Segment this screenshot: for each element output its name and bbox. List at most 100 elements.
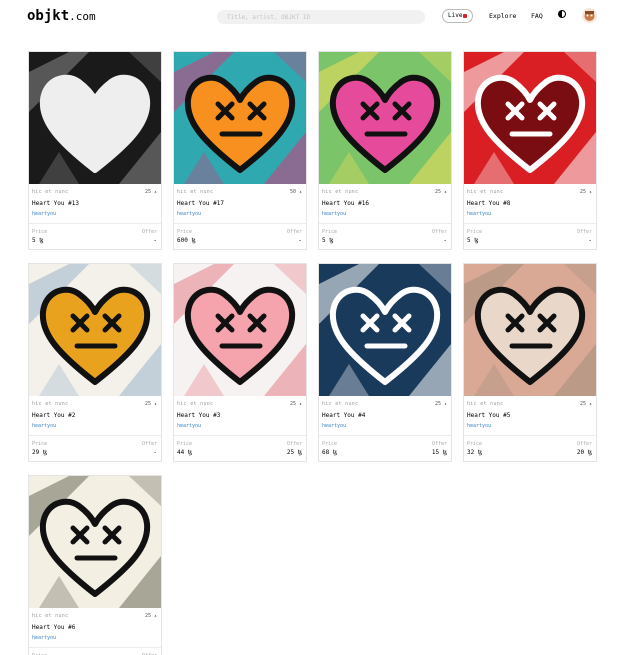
token-artwork-image[interactable] xyxy=(29,476,161,608)
token-artwork-image[interactable] xyxy=(464,264,596,396)
price-row: Price Offer 600 ꜩ - xyxy=(174,223,306,249)
price-value[interactable]: 68 ꜩ xyxy=(322,449,337,456)
token-artwork-image[interactable] xyxy=(29,264,161,396)
price-row: Price Offer 68 ꜩ 15 ꜩ xyxy=(319,435,451,461)
token-card[interactable]: hic et nunc 25 ▴ Heart You #3 heartyou P… xyxy=(173,263,307,462)
avatar[interactable] xyxy=(582,8,597,23)
token-title[interactable]: Heart You #16 xyxy=(322,200,369,207)
collection-link[interactable]: heartyou xyxy=(177,423,201,429)
editions-count: 25 ▴ xyxy=(434,401,447,407)
offer-value[interactable]: 15 ꜩ xyxy=(432,449,447,456)
price-row: Price Offer 44 ꜩ 25 ꜩ xyxy=(174,435,306,461)
collection-link[interactable]: heartyou xyxy=(322,423,346,429)
token-card[interactable]: hic et nunc 25 ▴ Heart You #13 heartyou … xyxy=(28,51,162,250)
nav-explore-link[interactable]: Explore xyxy=(489,12,516,20)
theme-toggle-icon[interactable] xyxy=(558,10,566,18)
offer-label: Offer xyxy=(141,229,157,235)
token-card[interactable]: hic et nunc 50 ▴ Heart You #17 heartyou … xyxy=(173,51,307,250)
editions-count: 25 ▴ xyxy=(289,401,302,407)
token-title[interactable]: Heart You #5 xyxy=(467,412,510,419)
offer-value[interactable]: - xyxy=(298,237,302,244)
token-title[interactable]: Heart You #6 xyxy=(32,624,75,631)
price-value[interactable]: 600 ꜩ xyxy=(177,237,196,244)
editions-count: 25 ▴ xyxy=(144,189,157,195)
collection-link[interactable]: heartyou xyxy=(32,211,56,217)
token-artwork-image[interactable] xyxy=(29,52,161,184)
price-value[interactable]: 5 ꜩ xyxy=(322,237,333,244)
price-label: Price xyxy=(322,441,338,447)
editions-count: 25 ▴ xyxy=(144,613,157,619)
token-title[interactable]: Heart You #3 xyxy=(177,412,220,419)
token-card[interactable]: hic et nunc 25 ▴ Heart You #16 heartyou … xyxy=(318,51,452,250)
token-card[interactable]: hic et nunc 25 ▴ Heart You #4 heartyou P… xyxy=(318,263,452,462)
collection-link[interactable]: heartyou xyxy=(32,635,56,641)
price-value[interactable]: 44 ꜩ xyxy=(177,449,192,456)
price-row: Price Offer 32 ꜩ 20 ꜩ xyxy=(464,435,596,461)
artist-name[interactable]: hic et nunc xyxy=(177,401,213,407)
price-label: Price xyxy=(322,229,338,235)
token-title[interactable]: Heart You #2 xyxy=(32,412,75,419)
offer-value[interactable]: - xyxy=(153,449,157,456)
nav-faq-link[interactable]: FAQ xyxy=(531,12,543,20)
editions-count: 25 ▴ xyxy=(144,401,157,407)
offer-value[interactable]: - xyxy=(153,237,157,244)
price-row: Price Offer 5 ꜩ - xyxy=(319,223,451,249)
offer-label: Offer xyxy=(141,441,157,447)
token-artwork-image[interactable] xyxy=(319,264,451,396)
offer-label: Offer xyxy=(431,441,447,447)
price-label: Price xyxy=(177,229,193,235)
top-nav: objkt.com Live Explore FAQ xyxy=(0,0,625,34)
offer-label: Offer xyxy=(576,229,592,235)
token-artwork-image[interactable] xyxy=(174,52,306,184)
token-card[interactable]: hic et nunc 25 ▴ Heart You #2 heartyou P… xyxy=(28,263,162,462)
token-title[interactable]: Heart You #13 xyxy=(32,200,79,207)
live-dot-icon xyxy=(463,14,467,18)
editions-count: 25 ▴ xyxy=(434,189,447,195)
collection-link[interactable]: heartyou xyxy=(322,211,346,217)
price-value[interactable]: 5 ꜩ xyxy=(467,237,478,244)
offer-label: Offer xyxy=(286,441,302,447)
price-label: Price xyxy=(467,229,483,235)
editions-count: 50 ▴ xyxy=(289,189,302,195)
token-artwork-image[interactable] xyxy=(319,52,451,184)
price-value[interactable]: 29 ꜩ xyxy=(32,449,47,456)
offer-label: Offer xyxy=(286,229,302,235)
token-title[interactable]: Heart You #4 xyxy=(322,412,365,419)
artist-name[interactable]: hic et nunc xyxy=(467,189,503,195)
search-input[interactable] xyxy=(217,10,425,24)
offer-label: Offer xyxy=(576,441,592,447)
price-label: Price xyxy=(177,441,193,447)
collection-link[interactable]: heartyou xyxy=(177,211,201,217)
offer-value[interactable]: - xyxy=(443,237,447,244)
live-button[interactable]: Live xyxy=(442,9,473,23)
artist-name[interactable]: hic et nunc xyxy=(32,189,68,195)
price-value[interactable]: 5 ꜩ xyxy=(32,237,43,244)
editions-count: 25 ▴ xyxy=(579,189,592,195)
collection-link[interactable]: heartyou xyxy=(467,211,491,217)
offer-label: Offer xyxy=(431,229,447,235)
token-artwork-image[interactable] xyxy=(174,264,306,396)
offer-value[interactable]: 25 ꜩ xyxy=(287,449,302,456)
price-label: Price xyxy=(32,441,48,447)
collection-link[interactable]: heartyou xyxy=(32,423,56,429)
price-row: Price Offer 29 ꜩ - xyxy=(29,435,161,461)
offer-value[interactable]: 20 ꜩ xyxy=(577,449,592,456)
artist-name[interactable]: hic et nunc xyxy=(177,189,213,195)
token-card[interactable]: hic et nunc 25 ▴ Heart You #6 heartyou P… xyxy=(28,475,162,655)
price-value[interactable]: 32 ꜩ xyxy=(467,449,482,456)
artist-name[interactable]: hic et nunc xyxy=(32,401,68,407)
token-artwork-image[interactable] xyxy=(464,52,596,184)
objkt-logo[interactable]: objkt.com xyxy=(27,8,96,24)
price-label: Price xyxy=(467,441,483,447)
price-row: Price Offer xyxy=(29,647,161,655)
token-card[interactable]: hic et nunc 25 ▴ Heart You #8 heartyou P… xyxy=(463,51,597,250)
artist-name[interactable]: hic et nunc xyxy=(322,189,358,195)
token-title[interactable]: Heart You #17 xyxy=(177,200,224,207)
artist-name[interactable]: hic et nunc xyxy=(467,401,503,407)
token-title[interactable]: Heart You #8 xyxy=(467,200,510,207)
offer-value[interactable]: - xyxy=(588,237,592,244)
collection-link[interactable]: heartyou xyxy=(467,423,491,429)
artist-name[interactable]: hic et nunc xyxy=(322,401,358,407)
token-card[interactable]: hic et nunc 25 ▴ Heart You #5 heartyou P… xyxy=(463,263,597,462)
artist-name[interactable]: hic et nunc xyxy=(32,613,68,619)
